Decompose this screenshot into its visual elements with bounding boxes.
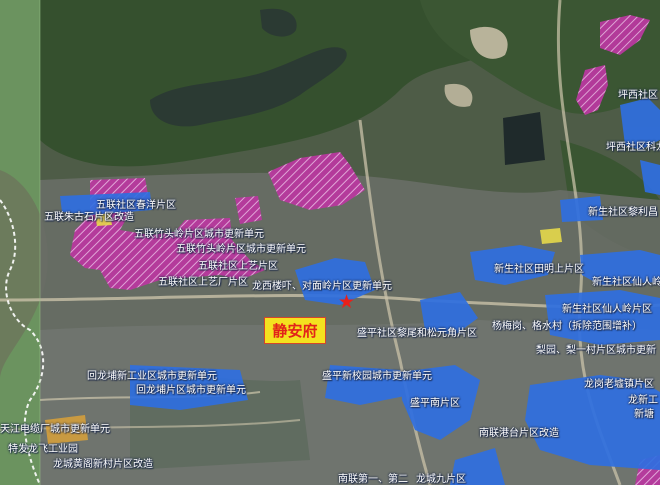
label-zone: 五联竹头岭片区城市更新单元 <box>134 229 264 240</box>
label-zone: 坪西社区 <box>618 90 658 101</box>
label-zone: 回龙埔片区城市更新单元 <box>136 385 246 396</box>
label-zone: 盛平新校园城市更新单元 <box>322 371 432 382</box>
label-zone: 新生社区仙人岭片 <box>592 277 660 288</box>
label-zone: 龙西楼吓、对面岭片区更新单元 <box>252 281 392 292</box>
label-zone: 龙城黄阁新村片区改造 <box>53 459 153 470</box>
red-star-icon[interactable]: ★ <box>338 293 355 312</box>
label-zone: 五联社区春洋片区 <box>96 200 176 211</box>
label-zone: 回龙埔新工业区城市更新单元 <box>87 371 217 382</box>
label-zone: 盛平社区黎尾和松元角片区 <box>357 328 477 339</box>
label-zone: 新生社区黎利昌 <box>588 207 658 218</box>
label-zone: 梨园、梨一村片区城市更新 <box>536 345 656 356</box>
label-zone: 龙城九片区 <box>416 474 466 485</box>
map-canvas[interactable]: 五联社区春洋片区 五联朱古石片区改造 五联竹头岭片区城市更新单元 五联竹头岭片区… <box>0 0 660 485</box>
label-zone: 新生社区田明上片区 <box>494 264 584 275</box>
pond <box>503 112 545 165</box>
label-zone: 特发龙飞工业园 <box>8 444 78 455</box>
label-zone: 南联第一、第二 <box>338 474 408 485</box>
label-zone: 坪西社区科龙工业区 <box>606 142 660 153</box>
target-property-label[interactable]: 静安府 <box>264 317 326 344</box>
label-zone: 五联社区上艺厂片区 <box>158 277 248 288</box>
label-zone: 天江电缆厂城市更新单元 <box>0 424 110 435</box>
label-zone: 五联竹头岭片区城市更新单元 <box>176 244 306 255</box>
label-zone: 新塘 <box>634 409 654 420</box>
label-zone: 南联港台片区改造 <box>479 428 559 439</box>
label-zone: 盛平南片区 <box>410 398 460 409</box>
label-zone: 五联朱古石片区改造 <box>44 212 134 223</box>
label-zone: 杨梅岗、格水村（拆除范围增补） <box>492 321 642 332</box>
label-zone: 新生社区仙人岭片区 <box>562 304 652 315</box>
label-zone: 龙新工 <box>628 395 658 406</box>
label-zone: 龙岗老墟镇片区 <box>584 379 654 390</box>
label-zone: 五联社区上艺片区 <box>198 261 278 272</box>
satellite-basemap <box>0 0 660 485</box>
